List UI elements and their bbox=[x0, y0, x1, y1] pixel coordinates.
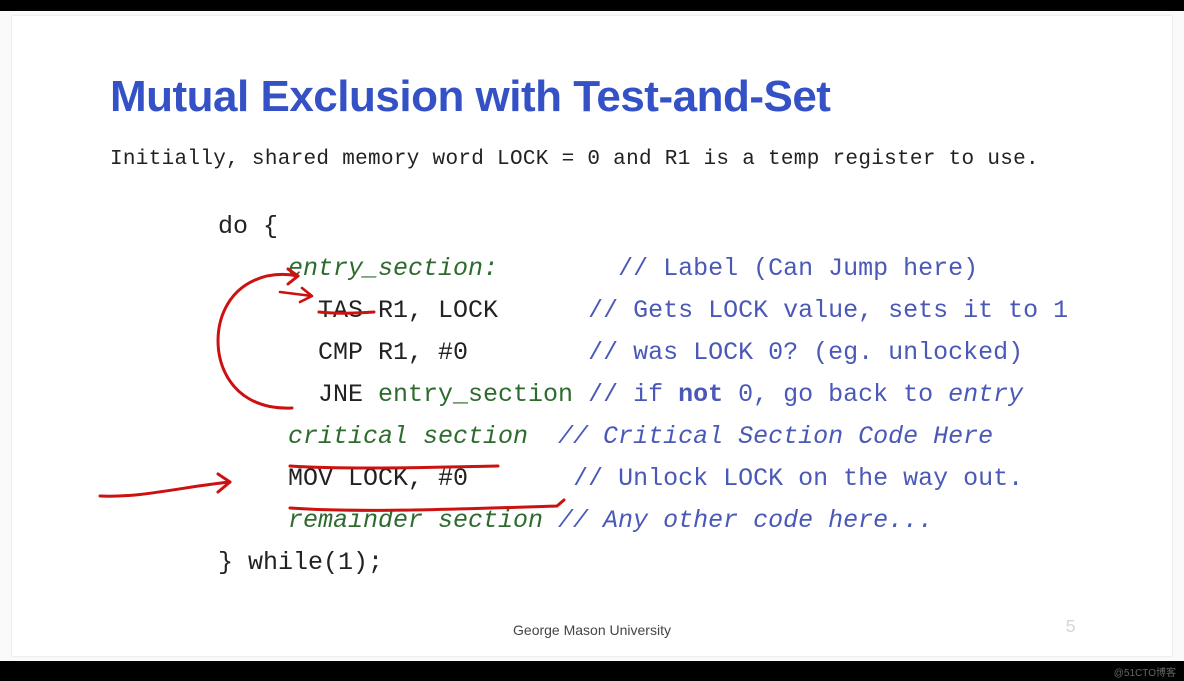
code-jne-comment-mid: 0, go back to bbox=[723, 380, 948, 409]
slide: Mutual Exclusion with Test-and-Set Initi… bbox=[12, 16, 1172, 656]
code-entry-label: entry_section: bbox=[288, 254, 498, 283]
slide-container: Mutual Exclusion with Test-and-Set Initi… bbox=[0, 11, 1184, 661]
code-cmp-comment: // was LOCK 0? (eg. unlocked) bbox=[588, 338, 1023, 367]
code-while-close: } while(1); bbox=[218, 548, 383, 577]
code-jne-ref: entry_section bbox=[378, 380, 573, 409]
code-cmp: CMP R1, #0 bbox=[318, 338, 468, 367]
code-critical-comment: // Critical Section Code Here bbox=[528, 422, 993, 451]
code-tas: TAS R1, LOCK bbox=[318, 296, 498, 325]
slide-subtitle: Initially, shared memory word LOCK = 0 a… bbox=[110, 148, 1039, 171]
letterbox-bottom: @51CTO博客 bbox=[0, 661, 1184, 681]
code-remainder-comment: // Any other code here... bbox=[543, 506, 933, 535]
code-entry-comment: // Label (Can Jump here) bbox=[618, 254, 978, 283]
code-block: do { entry_section: // Label (Can Jump h… bbox=[218, 206, 1068, 584]
code-jne-comment-pre: // if bbox=[573, 380, 678, 409]
code-jne: JNE bbox=[318, 380, 378, 409]
letterbox-top bbox=[0, 0, 1184, 11]
code-tas-comment: // Gets LOCK value, sets it to 1 bbox=[588, 296, 1068, 325]
code-mov-comment: // Unlock LOCK on the way out. bbox=[573, 464, 1023, 493]
slide-title: Mutual Exclusion with Test-and-Set bbox=[110, 72, 830, 122]
slide-number: 5 bbox=[1065, 618, 1076, 638]
code-mov: MOV LOCK, #0 bbox=[288, 464, 468, 493]
code-jne-entry-it: entry bbox=[948, 380, 1023, 409]
slide-footer: George Mason University bbox=[12, 622, 1172, 638]
watermark: @51CTO博客 bbox=[1114, 664, 1176, 679]
code-critical: critical section bbox=[288, 422, 528, 451]
code-remainder: remainder section bbox=[288, 506, 543, 535]
code-jne-not: not bbox=[678, 380, 723, 409]
code-do-open: do { bbox=[218, 212, 278, 241]
